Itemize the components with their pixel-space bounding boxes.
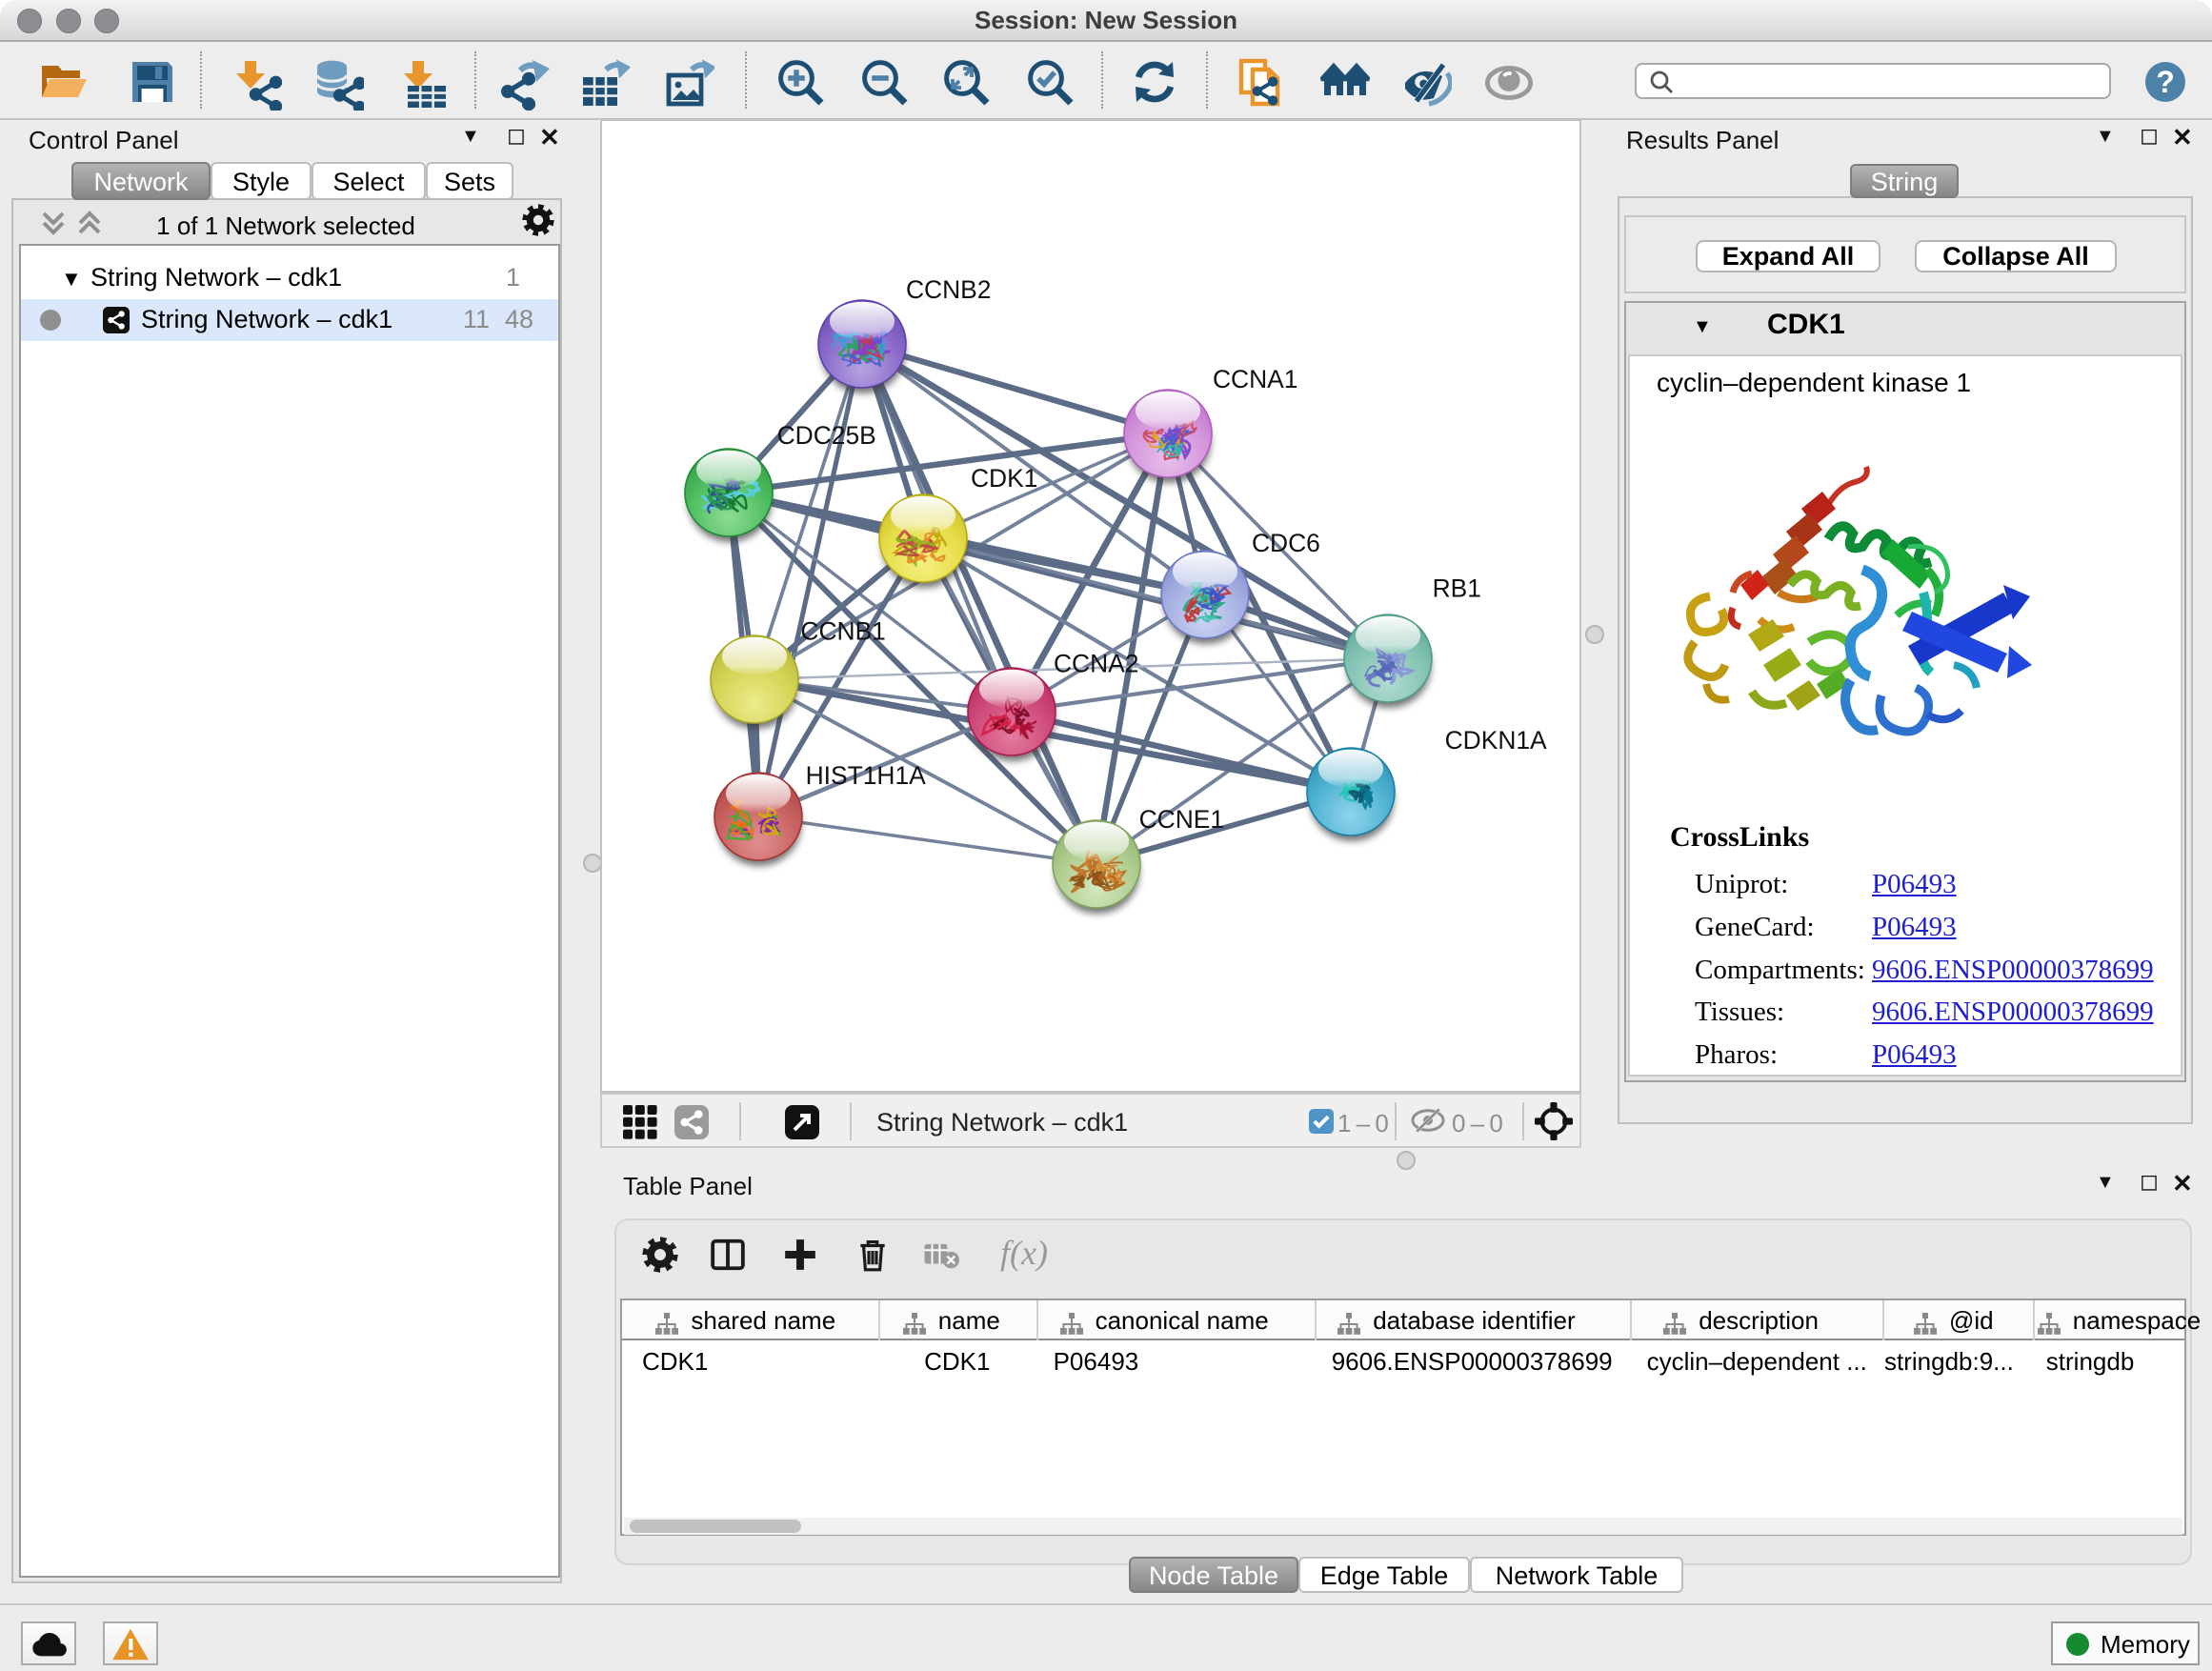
svg-text:CCNB1: CCNB1 (800, 616, 885, 645)
svg-text:CDK1: CDK1 (971, 464, 1037, 493)
svg-text:CDC6: CDC6 (1252, 529, 1320, 557)
svg-text:CCNE1: CCNE1 (1139, 805, 1224, 834)
svg-text:HIST1H1A: HIST1H1A (806, 761, 927, 790)
svg-text:CCNA1: CCNA1 (1213, 365, 1297, 393)
svg-text:CCNB2: CCNB2 (906, 275, 991, 304)
svg-text:RB1: RB1 (1433, 574, 1481, 603)
svg-text:CDC25B: CDC25B (777, 421, 876, 450)
svg-text:CCNA2: CCNA2 (1054, 650, 1138, 678)
svg-text:CDKN1A: CDKN1A (1445, 726, 1547, 755)
